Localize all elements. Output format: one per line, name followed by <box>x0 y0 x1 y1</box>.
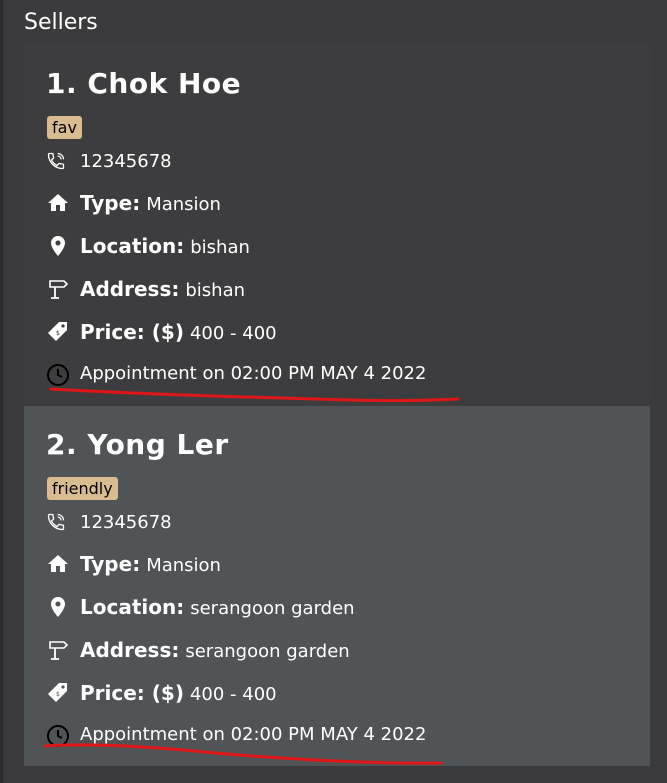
svg-text:$: $ <box>56 691 60 698</box>
seller-name: 2. Yong Ler <box>46 428 229 461</box>
price-row: $ Price: ($) 400 - 400 <box>46 320 277 344</box>
seller-card[interactable]: 1. Chok Hoe fav 12345678 Type: Mansion L… <box>24 45 650 406</box>
price-value: 400 - 400 <box>189 323 277 344</box>
address-value: bishan <box>185 280 246 301</box>
panel-title: Sellers <box>24 10 98 35</box>
location-row: Location: bishan <box>46 234 250 258</box>
home-icon <box>46 552 70 576</box>
location-row: Location: serangoon garden <box>46 595 355 619</box>
phone-icon <box>46 512 70 536</box>
home-icon <box>46 191 70 215</box>
price-row: $ Price: ($) 400 - 400 <box>46 681 277 705</box>
price-tag-icon: $ <box>46 320 70 344</box>
price-value: 400 - 400 <box>189 684 277 705</box>
phone-row: 12345678 <box>46 512 172 536</box>
price-tag-icon: $ <box>46 681 70 705</box>
seller-name: 1. Chok Hoe <box>46 67 242 100</box>
clock-icon <box>46 724 70 748</box>
seller-list-panel: Sellers 1. Chok Hoe fav 12345678 Type: M… <box>0 0 667 783</box>
address-row: Address: bishan <box>46 277 245 301</box>
type-value: Mansion <box>146 555 221 576</box>
svg-text:$: $ <box>56 330 60 337</box>
address-label: Address: <box>80 638 180 662</box>
price-label: Price: ($) <box>80 320 184 344</box>
seller-tag: fav <box>47 116 82 139</box>
phone-value: 12345678 <box>80 151 172 172</box>
address-row: Address: serangoon garden <box>46 638 350 662</box>
signpost-icon <box>46 638 70 662</box>
price-label: Price: ($) <box>80 681 184 705</box>
phone-row: 12345678 <box>46 151 172 175</box>
location-value: serangoon garden <box>190 598 355 619</box>
type-row: Type: Mansion <box>46 191 221 215</box>
type-label: Type: <box>80 552 141 576</box>
appointment-text: Appointment on 02:00 PM MAY 4 2022 <box>80 724 427 745</box>
type-label: Type: <box>80 191 141 215</box>
address-label: Address: <box>80 277 180 301</box>
phone-value: 12345678 <box>80 512 172 533</box>
location-label: Location: <box>80 234 185 258</box>
appointment-row: Appointment on 02:00 PM MAY 4 2022 <box>46 363 426 387</box>
address-value: serangoon garden <box>185 641 350 662</box>
signpost-icon <box>46 277 70 301</box>
location-label: Location: <box>80 595 185 619</box>
location-pin-icon <box>46 234 70 258</box>
appointment-text: Appointment on 02:00 PM MAY 4 2022 <box>80 363 427 384</box>
seller-card[interactable]: 2. Yong Ler friendly 12345678 Type: Mans… <box>24 406 650 766</box>
seller-tag: friendly <box>47 477 118 500</box>
clock-icon <box>46 363 70 387</box>
phone-icon <box>46 151 70 175</box>
type-value: Mansion <box>146 194 221 215</box>
type-row: Type: Mansion <box>46 552 221 576</box>
appointment-row: Appointment on 02:00 PM MAY 4 2022 <box>46 724 426 748</box>
location-pin-icon <box>46 595 70 619</box>
location-value: bishan <box>190 237 250 258</box>
